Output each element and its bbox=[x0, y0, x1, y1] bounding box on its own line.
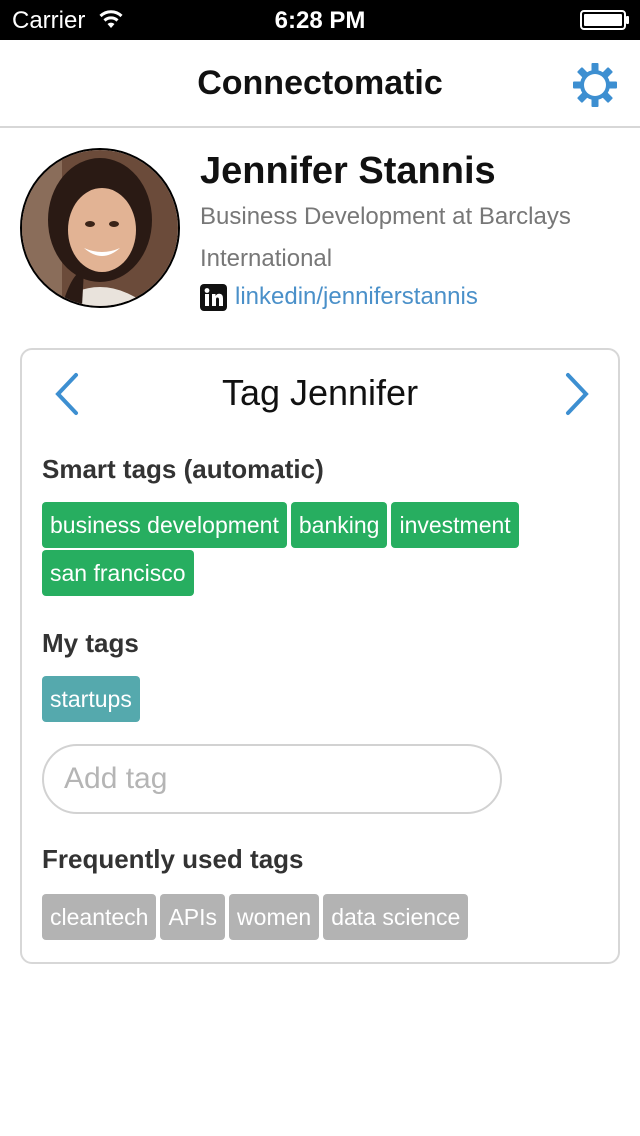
frequent-tag[interactable]: cleantech bbox=[42, 894, 157, 940]
profile-photo bbox=[22, 150, 178, 306]
battery-icon bbox=[580, 10, 629, 30]
profile-name: Jennifer Stannis bbox=[200, 150, 496, 192]
frequent-tag[interactable]: data science bbox=[323, 894, 469, 940]
profile-job-title: Business Development at Barclays Interna… bbox=[200, 203, 571, 272]
linkedin-link[interactable]: linkedin/jenniferstannis bbox=[235, 283, 478, 311]
smart-tag[interactable]: san francisco bbox=[42, 550, 194, 596]
linkedin-icon bbox=[200, 283, 227, 311]
linkedin-row: linkedin/jenniferstannis bbox=[200, 282, 478, 312]
smart-tags-row-1: business development banking investment bbox=[42, 502, 523, 548]
my-tag[interactable]: startups bbox=[42, 676, 140, 722]
smart-tag[interactable]: business development bbox=[42, 502, 287, 548]
gear-icon[interactable] bbox=[572, 62, 618, 108]
smart-tag[interactable]: investment bbox=[391, 502, 519, 548]
avatar bbox=[20, 148, 180, 308]
smart-tag[interactable]: banking bbox=[290, 502, 388, 548]
app-title: Connectomatic bbox=[197, 64, 443, 102]
card-title: Tag Jennifer bbox=[221, 372, 419, 413]
navigation-bar: Connectomatic bbox=[0, 40, 640, 128]
frequent-tags-row: cleantech APIs women data science bbox=[42, 894, 472, 940]
add-tag-input[interactable] bbox=[42, 744, 502, 814]
tag-card: Tag Jennifer Smart tags (automatic) busi… bbox=[20, 348, 620, 964]
chevron-right-icon[interactable] bbox=[562, 372, 592, 416]
my-tags-row: startups bbox=[42, 676, 144, 722]
frequent-tag[interactable]: women bbox=[229, 894, 320, 940]
status-time: 6:28 PM bbox=[274, 7, 366, 34]
frequent-tag[interactable]: APIs bbox=[160, 894, 226, 940]
my-tags-label: My tags bbox=[42, 628, 139, 658]
frequent-tags-label: Frequently used tags bbox=[42, 844, 304, 874]
smart-tags-label: Smart tags (automatic) bbox=[42, 454, 324, 484]
status-bar: Carrier 6:28 PM bbox=[0, 0, 640, 40]
smart-tags-row-2: san francisco bbox=[42, 550, 198, 596]
